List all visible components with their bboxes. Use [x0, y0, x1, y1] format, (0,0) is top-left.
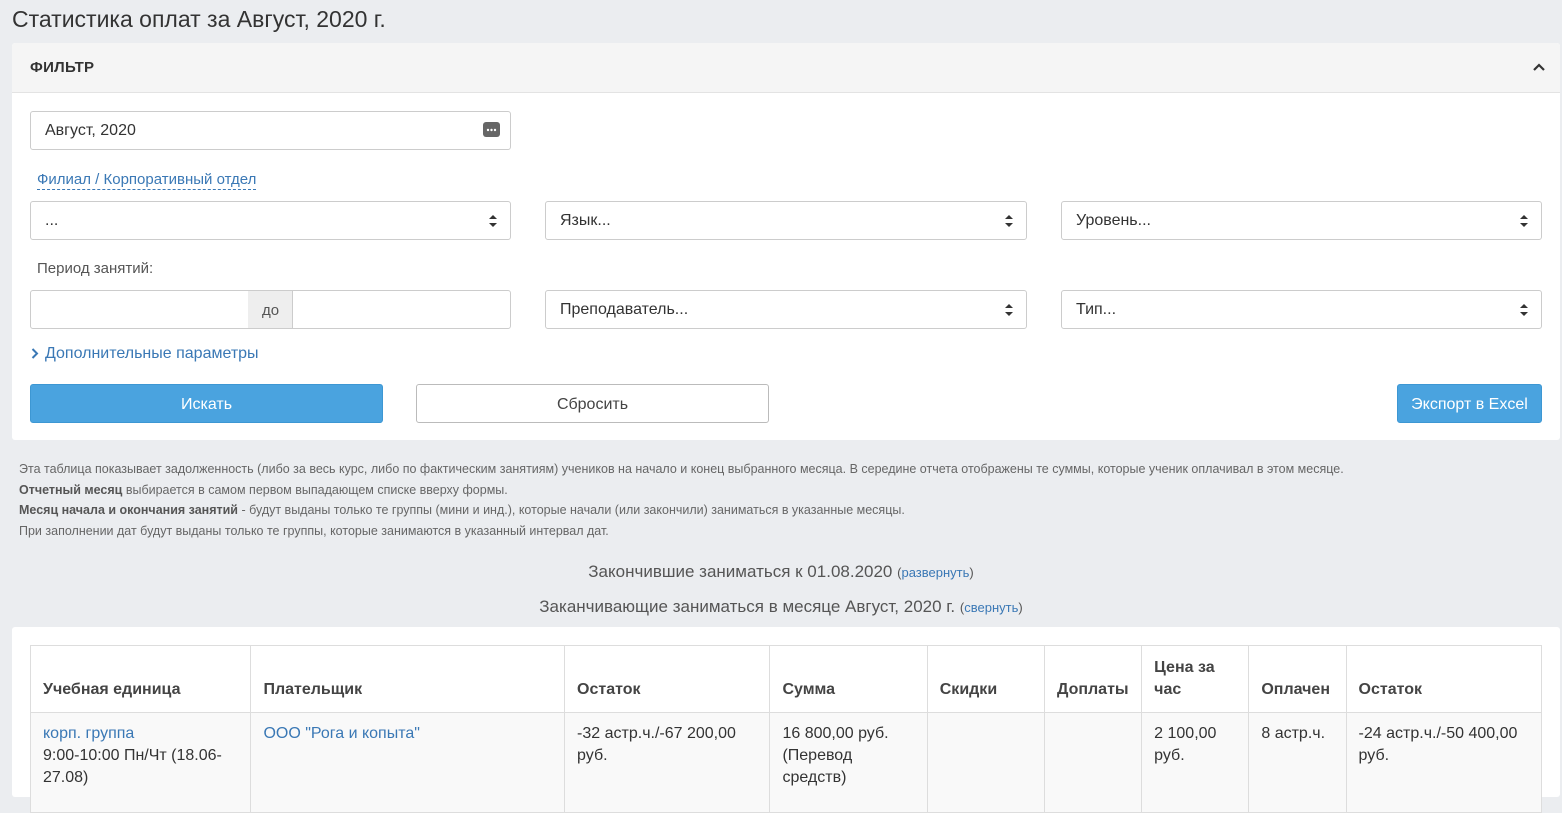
finishing-section-text: Заканчивающие заниматься в месяце Август…	[539, 597, 956, 616]
column-header[interactable]: Скидки	[926, 645, 1045, 713]
advanced-params-link[interactable]: Дополнительные параметры	[31, 345, 259, 363]
language-select-value: Язык...	[560, 212, 611, 229]
unit-link[interactable]: корп. группа	[43, 725, 134, 742]
price-per-hour-cell: 2 100,00 руб.	[1141, 712, 1250, 813]
info-line-1: Эта таблица показывает задолженность (ли…	[19, 462, 1344, 476]
info-line-4: При заполнении дат будут выданы только т…	[19, 523, 609, 538]
period-to-input[interactable]	[292, 290, 511, 329]
column-header[interactable]: Доплаты	[1043, 645, 1143, 713]
table-header-row: Учебная единица Плательщик Остаток Сумма…	[29, 645, 1543, 713]
select-arrows-icon	[1520, 304, 1528, 316]
filter-title: ФИЛЬТР	[30, 59, 95, 76]
select-arrows-icon	[1005, 304, 1013, 316]
info-line-3: Месяц начала и окончания занятий - будут…	[19, 500, 1344, 521]
unit-detail: 9:00-10:00 Пн/Чт (18.06-27.08)	[43, 747, 222, 786]
info-line-2: Отчетный месяц выбирается в самом первом…	[19, 480, 1344, 501]
select-arrows-icon	[1005, 215, 1013, 227]
branch-select[interactable]: ...	[30, 201, 511, 240]
month-picker[interactable]: Август, 2020	[30, 111, 511, 150]
unit-cell: корп. группа 9:00-10:00 Пн/Чт (18.06-27.…	[29, 712, 252, 813]
page-title: Статистика оплат за Август, 2020 г.	[12, 6, 386, 32]
info-line-2-bold: Отчетный месяц	[19, 482, 123, 497]
sum-cell: 16 800,00 руб. (Перевод средств)	[769, 712, 928, 813]
export-excel-button[interactable]: Экспорт в Excel	[1397, 384, 1542, 423]
chevron-up-icon[interactable]	[1532, 60, 1546, 74]
search-button[interactable]: Искать	[30, 384, 383, 423]
info-text: Эта таблица показывает задолженность (ли…	[19, 459, 1344, 541]
select-arrows-icon	[489, 215, 497, 227]
finishing-section-heading: Заканчивающие заниматься в месяце Август…	[539, 597, 1023, 616]
type-select-value: Тип...	[1076, 301, 1117, 318]
branch-select-value: ...	[45, 212, 59, 229]
surcharges-cell	[1043, 712, 1143, 813]
paid-cell: 8 астр.ч.	[1248, 712, 1347, 813]
column-header[interactable]: Оплачен	[1248, 645, 1347, 713]
column-header[interactable]: Остаток	[564, 645, 771, 713]
level-select[interactable]: Уровень...	[1061, 201, 1542, 240]
period-separator: до	[248, 290, 293, 329]
column-header[interactable]: Остаток	[1345, 645, 1543, 713]
payer-link[interactable]: ООО "Рога и копыта"	[263, 725, 420, 742]
chevron-right-icon	[31, 348, 39, 359]
type-select[interactable]: Тип...	[1061, 290, 1542, 329]
reset-button[interactable]: Сбросить	[416, 384, 769, 423]
teacher-select[interactable]: Преподаватель...	[545, 290, 1027, 329]
expand-link[interactable]: развернуть	[901, 565, 969, 580]
info-line-3-rest: - будут выданы только те группы (мини и …	[237, 503, 905, 517]
payments-table-panel: Учебная единица Плательщик Остаток Сумма…	[12, 627, 1560, 813]
discounts-cell	[926, 712, 1045, 813]
filter-panel: ФИЛЬТР Август, 2020 Филиал / Корпоративн…	[12, 43, 1560, 440]
payer-cell: ООО "Рога и копыта"	[250, 712, 566, 813]
select-arrows-icon	[1520, 215, 1528, 227]
table-row: корп. группа 9:00-10:00 Пн/Чт (18.06-27.…	[29, 712, 1543, 813]
info-line-3-bold: Месяц начала и окончания занятий	[19, 503, 238, 517]
balance-start-cell: -32 астр.ч./-67 200,00 руб.	[564, 712, 771, 813]
teacher-select-value: Преподаватель...	[560, 301, 689, 318]
balance-end-cell: -24 астр.ч./-50 400,00 руб.	[1345, 712, 1543, 813]
column-header[interactable]: Плательщик	[250, 645, 566, 713]
info-line-2-rest: выбирается в самом первом выпадающем спи…	[122, 482, 508, 497]
advanced-params-label: Дополнительные параметры	[45, 345, 259, 362]
level-select-value: Уровень...	[1076, 212, 1151, 229]
period-from-input[interactable]	[30, 290, 249, 329]
calendar-icon[interactable]	[483, 122, 500, 137]
language-select[interactable]: Язык...	[545, 201, 1027, 240]
collapse-link[interactable]: свернуть	[964, 600, 1018, 615]
finished-section-text: Закончившие заниматься к 01.08.2020	[588, 562, 893, 581]
column-header[interactable]: Учебная единица	[29, 645, 252, 713]
period-label: Период занятий:	[37, 260, 154, 277]
column-header[interactable]: Сумма	[769, 645, 928, 713]
filter-header[interactable]: ФИЛЬТР	[12, 43, 1560, 93]
column-header[interactable]: Цена за час	[1141, 645, 1250, 713]
month-value: Август, 2020	[45, 122, 136, 139]
finished-section-heading: Закончившие заниматься к 01.08.2020 (раз…	[588, 562, 974, 581]
payments-table: Учебная единица Плательщик Остаток Сумма…	[29, 645, 1543, 813]
branch-link[interactable]: Филиал / Корпоративный отдел	[37, 171, 257, 190]
